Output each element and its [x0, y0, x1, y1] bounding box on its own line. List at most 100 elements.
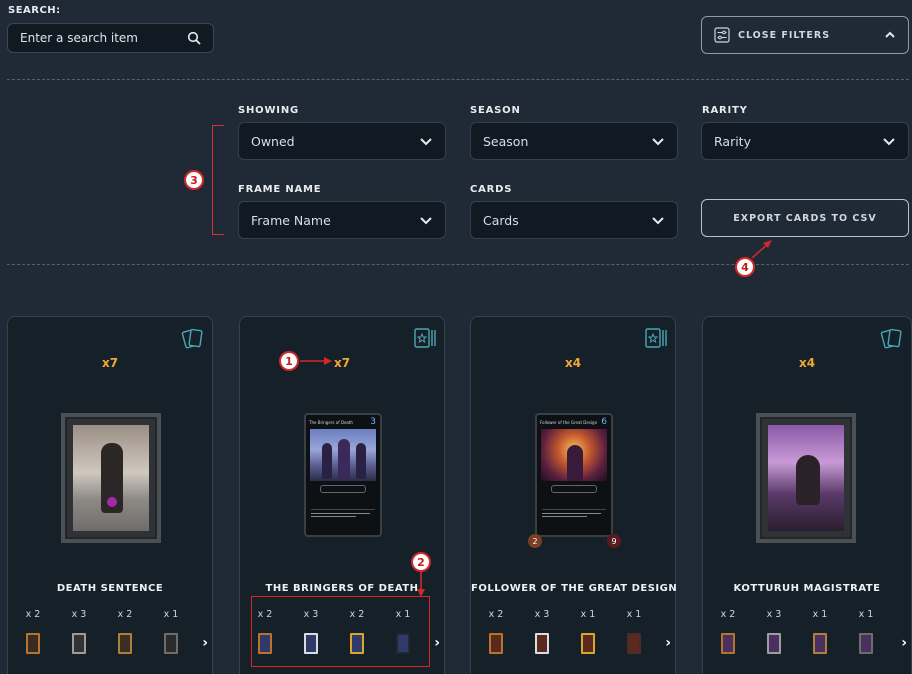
variant-qty: x 1 [812, 609, 828, 620]
chevron-down-icon [420, 138, 432, 146]
card-stack-icon [880, 328, 902, 349]
attack-stat: 2 [528, 534, 542, 548]
annotation-badge-2: 2 [411, 552, 431, 572]
variant-qty: x 1 [163, 609, 179, 620]
variant-qty: x 1 [626, 609, 642, 620]
variant-thumb [627, 633, 641, 654]
chevron-down-icon [420, 217, 432, 225]
cards-label: CARDS [470, 184, 513, 195]
frame-star-icon [645, 328, 667, 348]
variant-thumb [535, 633, 549, 654]
next-arrow-icon[interactable]: › [202, 635, 208, 651]
variant-item[interactable]: x 2 [711, 609, 745, 654]
showing-label: SHOWING [238, 105, 300, 116]
rarity-label: RARITY [702, 105, 748, 116]
search-label: SEARCH: [8, 5, 61, 16]
variant-qty: x 3 [71, 609, 87, 620]
variant-thumb [26, 633, 40, 654]
annotation-badge-3: 3 [184, 170, 204, 190]
season-select[interactable]: Season [470, 122, 678, 160]
variant-thumb [859, 633, 873, 654]
variant-thumb [489, 633, 503, 654]
frame-name-label: FRAME NAME [238, 184, 322, 195]
variant-item[interactable]: x 1 [803, 609, 837, 654]
rarity-value: Rarity [714, 133, 751, 149]
frame-name-value: Frame Name [251, 212, 331, 228]
season-value: Season [483, 133, 529, 149]
cards-select[interactable]: Cards [470, 201, 678, 239]
variant-qty: x 2 [488, 609, 504, 620]
variant-item[interactable]: x 1 [571, 609, 605, 654]
close-filters-button[interactable]: CLOSE FILTERS [701, 16, 909, 54]
variant-item[interactable]: x 1 [617, 609, 651, 654]
variant-item[interactable]: x 2 [16, 609, 50, 654]
annotation-arrow-1 [300, 357, 332, 365]
chevron-down-icon [883, 138, 895, 146]
collection-card[interactable]: x4 KOTTURUH MAGISTRATE x 2 x 3 x 1 x 1 › [702, 316, 912, 674]
card-art[interactable]: The Bringers of Death 3 [304, 413, 382, 537]
annotation-arrow-2 [417, 572, 425, 597]
variant-item[interactable]: x 2 [108, 609, 142, 654]
variant-qty: x 1 [858, 609, 874, 620]
variant-qty: x 2 [720, 609, 736, 620]
variant-thumb [813, 633, 827, 654]
next-arrow-icon[interactable]: › [665, 635, 671, 651]
rarity-select[interactable]: Rarity [701, 122, 909, 160]
cards-value: Cards [483, 212, 519, 228]
showing-value: Owned [251, 133, 295, 149]
variant-item[interactable]: x 1 [849, 609, 883, 654]
annotation-badge-1: 1 [279, 351, 299, 371]
export-csv-button[interactable]: EXPORT CARDS TO CSV [701, 199, 909, 237]
chevron-down-icon [652, 138, 664, 146]
card-count: x7 [101, 356, 119, 370]
variant-list: x 2 x 3 x 1 x 1 [711, 609, 899, 654]
annotation-highlight-box [251, 596, 430, 667]
mini-card-title: The Bringers of Death [309, 420, 353, 425]
search-icon[interactable] [187, 31, 201, 45]
close-filters-label: CLOSE FILTERS [738, 29, 831, 41]
annotation-bracket [212, 125, 224, 235]
divider-bottom [7, 264, 909, 265]
collection-card[interactable]: x7 DEATH SENTENCE x 2 x 3 x 2 x 1 › [7, 316, 213, 674]
variant-thumb [581, 633, 595, 654]
mini-card-cost: 6 [601, 417, 607, 427]
mini-card-title: Follower of the Great Design [540, 420, 598, 425]
chevron-up-icon [885, 31, 895, 38]
card-count: x7 [333, 356, 351, 370]
sliders-icon [714, 27, 730, 43]
search-placeholder: Enter a search item [20, 31, 138, 45]
card-count: x4 [798, 356, 816, 370]
frame-star-icon [414, 328, 436, 348]
variant-item[interactable]: x 3 [757, 609, 791, 654]
variant-qty: x 1 [580, 609, 596, 620]
variant-thumb [164, 633, 178, 654]
variant-list: x 2 x 3 x 1 x 1 [479, 609, 667, 654]
showing-select[interactable]: Owned [238, 122, 446, 160]
card-art[interactable] [756, 413, 856, 543]
chevron-down-icon [652, 217, 664, 225]
frame-name-select[interactable]: Frame Name [238, 201, 446, 239]
mini-card-cost: 3 [370, 417, 376, 427]
search-input[interactable]: Enter a search item [7, 23, 214, 53]
card-art[interactable]: Follower of the Great Design 6 [535, 413, 613, 537]
card-name: FOLLOWER OF THE GREAT DESIGN [471, 583, 678, 594]
card-art[interactable] [61, 413, 161, 543]
variant-item[interactable]: x 2 [479, 609, 513, 654]
variant-item[interactable]: x 1 [154, 609, 188, 654]
variant-item[interactable]: x 3 [525, 609, 559, 654]
health-stat: 9 [607, 534, 621, 548]
variant-qty: x 3 [766, 609, 782, 620]
collection-card[interactable]: x4 Follower of the Great Design 6 2 9 FO… [470, 316, 678, 674]
next-arrow-icon[interactable]: › [901, 635, 907, 651]
variant-list: x 2 x 3 x 2 x 1 [16, 609, 204, 654]
season-label: SEASON [470, 105, 521, 116]
variant-thumb [118, 633, 132, 654]
card-name: KOTTURUH MAGISTRATE [733, 583, 881, 594]
card-name: DEATH SENTENCE [56, 583, 164, 594]
card-stack-icon [181, 328, 203, 349]
variant-thumb [721, 633, 735, 654]
card-count: x4 [564, 356, 582, 370]
next-arrow-icon[interactable]: › [434, 635, 440, 651]
variant-item[interactable]: x 3 [62, 609, 96, 654]
variant-qty: x 3 [534, 609, 550, 620]
